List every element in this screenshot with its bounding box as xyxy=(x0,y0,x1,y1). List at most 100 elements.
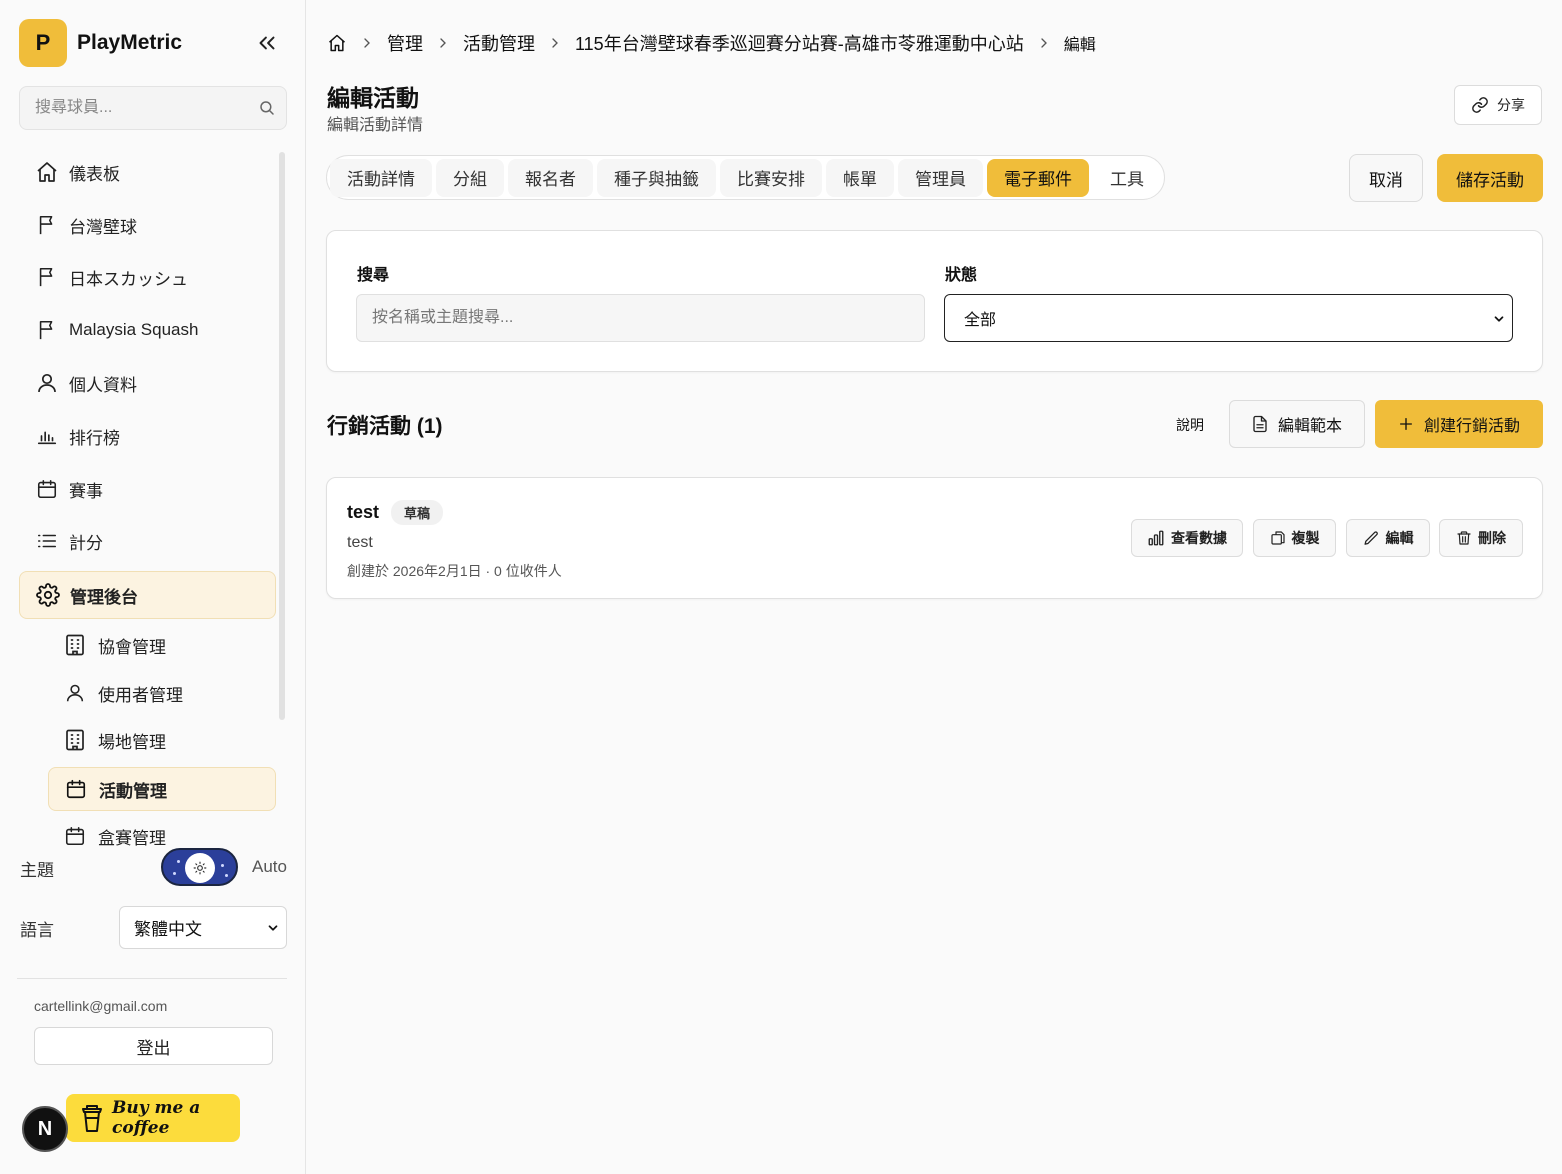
theme-value: Auto xyxy=(252,857,287,876)
tab-seeding-draw[interactable]: 種子與抽籤 xyxy=(597,158,716,197)
list-icon xyxy=(35,529,59,553)
campaign-search-input[interactable] xyxy=(357,295,924,341)
event-tabs: 活動詳情 分組 報名者 種子與抽籤 比賽安排 帳單 管理員 電子郵件 工具 xyxy=(326,155,1165,200)
sidebar-item-label: 管理後台 xyxy=(70,587,138,607)
sidebar-subitem-label: 盒賽管理 xyxy=(98,828,166,848)
user-icon xyxy=(35,371,59,395)
campaign-subject: test xyxy=(347,534,373,551)
save-event-button[interactable]: 儲存活動 xyxy=(1437,154,1543,202)
campaign-meta: 創建於 2026年2月1日 · 0 位收件人 xyxy=(347,563,562,579)
toggle-star xyxy=(177,860,180,863)
sidebar-item-admin[interactable]: 管理後台 xyxy=(19,571,276,619)
sidebar-divider xyxy=(17,978,287,979)
sidebar-item-label: 賽事 xyxy=(69,481,103,501)
player-search xyxy=(19,86,287,130)
delete-campaign-button[interactable]: 刪除 xyxy=(1439,519,1523,557)
sidebar-item-malaysia-squash[interactable]: Malaysia Squash xyxy=(19,306,276,354)
sidebar: P PlayMetric 儀表板 台灣壁球 日本スカッシュ Malaysia S… xyxy=(0,0,306,1174)
sidebar-item-label: 日本スカッシュ xyxy=(69,269,188,289)
breadcrumb-event-management[interactable]: 活動管理 xyxy=(463,30,535,56)
duplicate-button[interactable]: 複製 xyxy=(1253,519,1336,557)
edit-template-button[interactable]: 編輯範本 xyxy=(1229,400,1365,448)
tab-tools[interactable]: 工具 xyxy=(1093,159,1161,197)
building-icon xyxy=(64,634,86,656)
user-icon xyxy=(64,682,86,704)
bar-chart-icon xyxy=(1148,530,1164,546)
breadcrumb-event[interactable]: 115年台灣壁球春季巡迴賽分站賽-高雄市苓雅運動中心站 xyxy=(575,30,1024,56)
brand[interactable]: P PlayMetric xyxy=(19,19,182,67)
sidebar-item-label: 儀表板 xyxy=(69,164,120,184)
edit-campaign-button[interactable]: 編輯 xyxy=(1346,519,1430,557)
next-dev-badge[interactable]: N xyxy=(22,1106,68,1152)
brand-name: PlayMetric xyxy=(77,31,183,54)
search-label: 搜尋 xyxy=(357,267,390,284)
view-stats-label: 查看數據 xyxy=(1171,530,1227,546)
campaign-search xyxy=(356,294,925,342)
chevron-right-icon xyxy=(547,35,563,51)
sidebar-item-label: 排行榜 xyxy=(69,428,120,448)
toggle-star xyxy=(221,864,224,867)
coffee-label: Buy me a coffee xyxy=(112,1098,201,1138)
cancel-button[interactable]: 取消 xyxy=(1349,154,1423,202)
sidebar-subitem-users[interactable]: 使用者管理 xyxy=(48,671,276,715)
logout-button[interactable]: 登出 xyxy=(34,1027,273,1065)
sidebar-subitem-label: 場地管理 xyxy=(98,732,166,752)
search-icon[interactable] xyxy=(258,99,276,117)
share-button[interactable]: 分享 xyxy=(1454,85,1542,125)
calendar-icon xyxy=(35,477,59,501)
tab-billing[interactable]: 帳單 xyxy=(826,158,894,197)
brand-logo: P xyxy=(19,19,67,67)
coffee-cup-icon xyxy=(80,1103,104,1133)
tab-divisions[interactable]: 分組 xyxy=(436,158,504,197)
sidebar-scrollbar[interactable] xyxy=(279,152,285,720)
home-icon[interactable] xyxy=(327,33,347,53)
flag-icon xyxy=(35,213,59,237)
sidebar-subitem-venues[interactable]: 場地管理 xyxy=(48,718,276,762)
tab-registrants[interactable]: 報名者 xyxy=(508,158,593,197)
tab-email[interactable]: 電子郵件 xyxy=(987,158,1089,197)
sidebar-subitem-box-league[interactable]: 盒賽管理 xyxy=(48,814,276,858)
sidebar-subitem-label: 活動管理 xyxy=(99,781,167,801)
language-value: 繁體中文 xyxy=(134,920,202,939)
collapse-sidebar-icon[interactable] xyxy=(254,30,280,56)
help-link[interactable]: 說明 xyxy=(1176,415,1204,435)
pencil-icon xyxy=(1363,530,1378,545)
language-select[interactable]: 繁體中文 xyxy=(119,906,287,949)
status-label: 狀態 xyxy=(945,267,978,284)
campaign-name: test xyxy=(347,502,380,522)
theme-toggle[interactable] xyxy=(161,848,238,886)
breadcrumb-current: 編輯 xyxy=(1063,37,1096,54)
share-label: 分享 xyxy=(1497,97,1525,113)
player-search-input[interactable] xyxy=(20,87,240,129)
document-icon xyxy=(1253,415,1267,433)
flag-icon xyxy=(35,265,59,289)
sidebar-subitem-events[interactable]: 活動管理 xyxy=(48,767,276,811)
sidebar-item-profile[interactable]: 個人資料 xyxy=(19,359,276,407)
tab-details[interactable]: 活動詳情 xyxy=(330,158,432,197)
tab-admins[interactable]: 管理員 xyxy=(898,158,983,197)
status-select[interactable]: 全部 xyxy=(944,294,1513,342)
sidebar-item-japan-squash[interactable]: 日本スカッシュ xyxy=(19,253,276,301)
flag-icon xyxy=(35,318,59,342)
breadcrumb-admin[interactable]: 管理 xyxy=(387,30,423,56)
toggle-star xyxy=(173,872,176,875)
building-icon xyxy=(64,729,86,751)
calendar-icon xyxy=(65,778,87,800)
edit-template-label: 編輯範本 xyxy=(1277,418,1342,435)
create-campaign-label: 創建行銷活動 xyxy=(1423,418,1520,435)
sidebar-item-tournaments[interactable]: 賽事 xyxy=(19,465,276,513)
view-stats-button[interactable]: 查看數據 xyxy=(1131,519,1243,557)
sidebar-item-label: 計分 xyxy=(69,533,103,553)
edit-campaign-label: 編輯 xyxy=(1385,530,1414,546)
tab-schedule[interactable]: 比賽安排 xyxy=(720,158,822,197)
create-campaign-button[interactable]: 創建行銷活動 xyxy=(1375,400,1543,448)
chevron-down-icon xyxy=(266,921,280,935)
sidebar-item-taiwan-squash[interactable]: 台灣壁球 xyxy=(19,201,276,249)
sidebar-item-dashboard[interactable]: 儀表板 xyxy=(19,148,276,196)
home-icon xyxy=(35,160,59,184)
sidebar-subitem-associations[interactable]: 協會管理 xyxy=(48,623,276,667)
buy-me-a-coffee-button[interactable]: Buy me a coffee xyxy=(66,1094,240,1142)
sidebar-item-rankings[interactable]: 排行榜 xyxy=(19,412,276,460)
sidebar-item-scoring[interactable]: 計分 xyxy=(19,517,276,565)
page-title: 編輯活動 xyxy=(327,85,419,111)
